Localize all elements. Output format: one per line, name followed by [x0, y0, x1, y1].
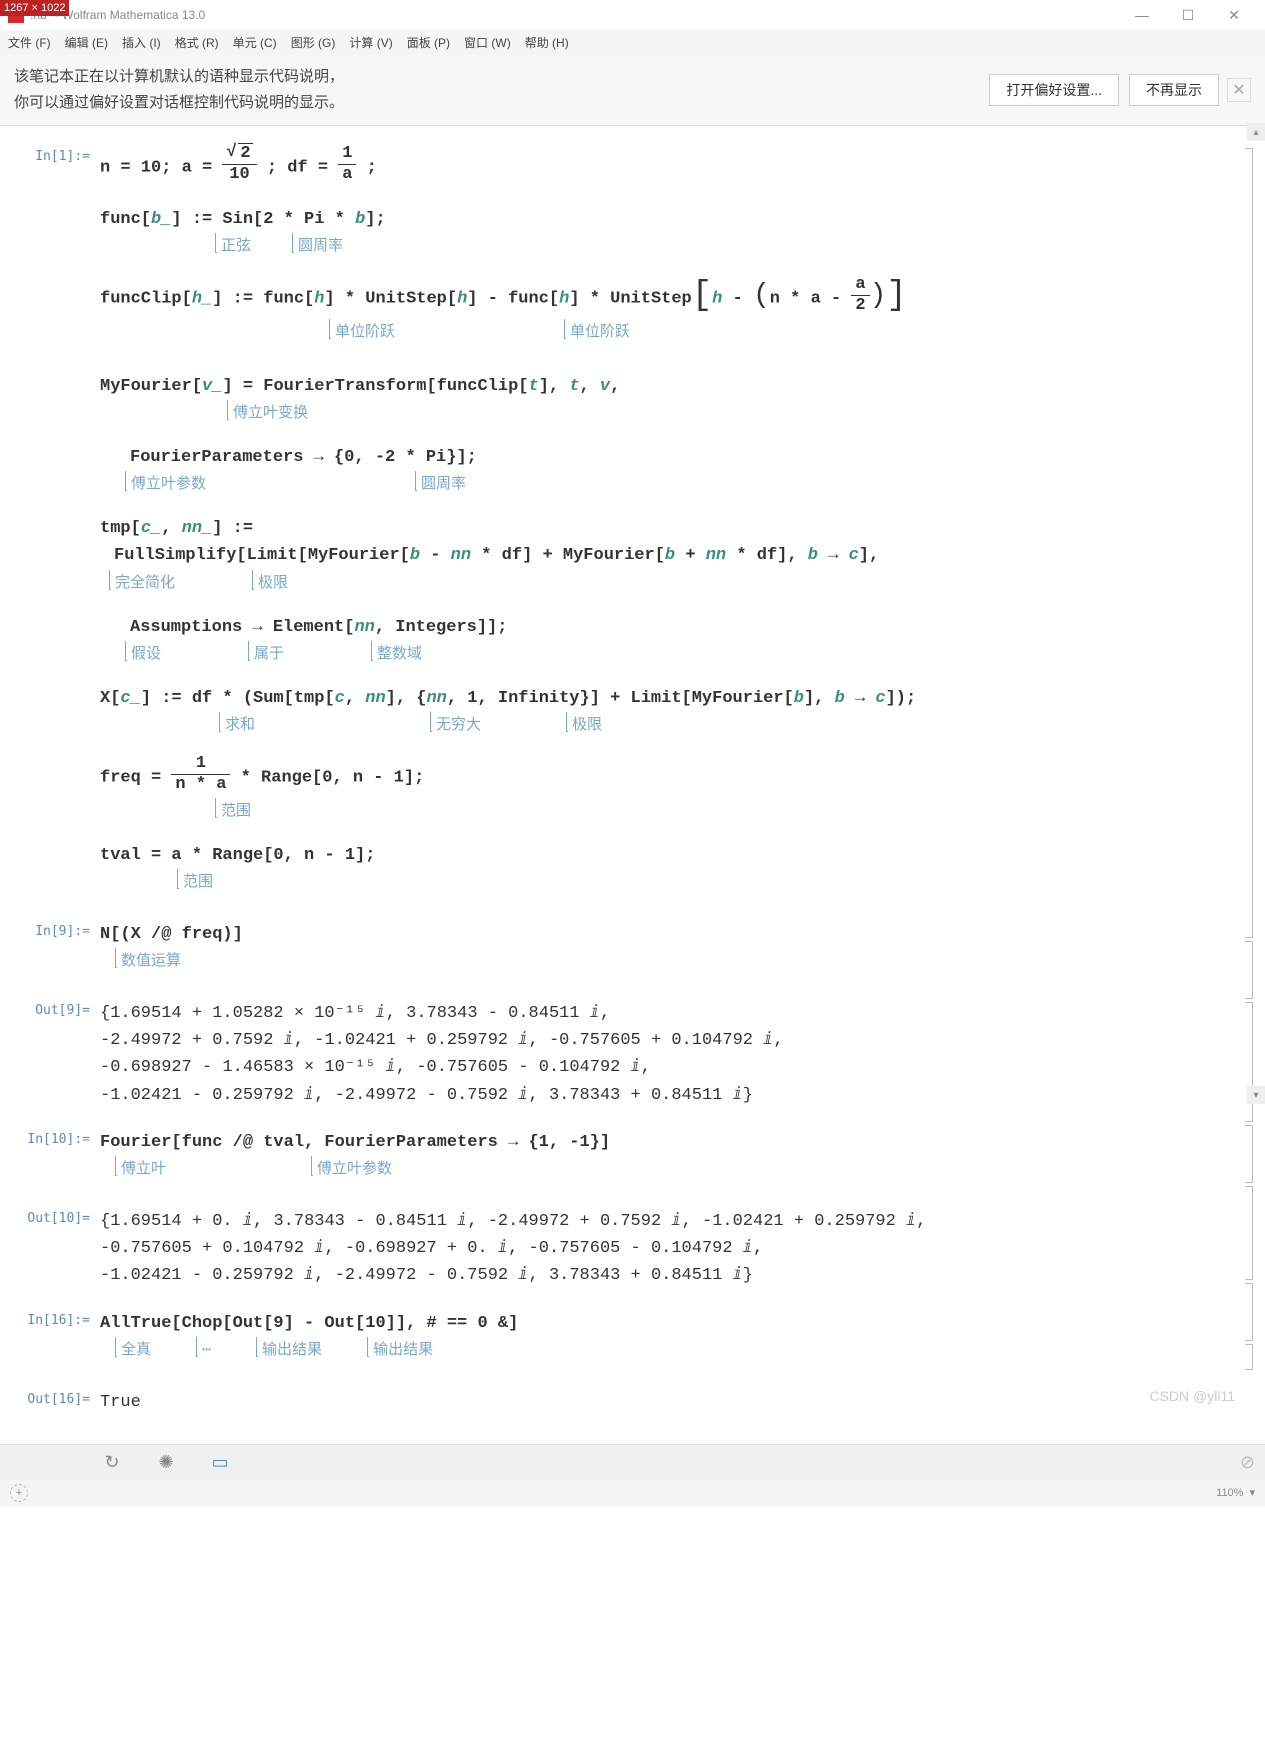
zoom-level[interactable]: 110%: [1216, 1487, 1243, 1499]
menu-graphics[interactable]: 图形 (G): [291, 34, 336, 51]
hint-sum: 求和: [222, 714, 255, 738]
hint-fullsimplify: 完全简化: [112, 572, 175, 596]
minimize-button[interactable]: —: [1119, 0, 1165, 30]
chat-icon[interactable]: ▭: [208, 1450, 232, 1474]
hint-fourier-transform: 傅立叶变换: [230, 402, 308, 426]
hint-limit: 极限: [255, 572, 288, 596]
menu-edit[interactable]: 编辑 (E): [65, 34, 108, 51]
refresh-icon[interactable]: ↻: [100, 1450, 124, 1474]
input-cell[interactable]: n = 10; a = 210 ; df = 1a ; func[b_] := …: [100, 146, 1225, 913]
menu-file[interactable]: 文件 (F): [8, 34, 51, 51]
hint-fourier-params: 傅立叶参数: [314, 1158, 392, 1182]
input-cell[interactable]: Fourier[func /@ tval, FourierParameters …: [100, 1129, 1225, 1200]
menu-evaluation[interactable]: 计算 (V): [349, 34, 392, 51]
input-cell[interactable]: N[(X /@ freq)] 数值运算: [100, 921, 1225, 992]
add-cell-button[interactable]: +: [10, 1484, 28, 1502]
in-label: In[10]:=: [20, 1129, 100, 1200]
hint-pi: 圆周率: [418, 473, 466, 497]
hint-fourier: 傅立叶: [118, 1158, 166, 1182]
hint-infinity: 无穷大: [433, 714, 481, 738]
hint-limit: 极限: [569, 714, 602, 738]
info-banner: 该笔记本正在以计算机默认的语种显示代码说明， 你可以通过偏好设置对话框控制代码说…: [0, 54, 1265, 126]
menu-insert[interactable]: 插入 (I): [122, 34, 161, 51]
menu-format[interactable]: 格式 (R): [175, 34, 219, 51]
hint-integers: 整数域: [374, 643, 422, 667]
app-name: - Wolfram Mathematica 13.0: [55, 8, 206, 22]
menu-palettes[interactable]: 面板 (P): [407, 34, 450, 51]
close-button[interactable]: ✕: [1211, 0, 1257, 30]
notebook-area[interactable]: ▴ In[1]:= n = 10; a = 210 ; df = 1a ; fu…: [0, 126, 1265, 1444]
banner-close-button[interactable]: ✕: [1227, 78, 1251, 102]
watermark: CSDN @yll11: [1149, 1388, 1235, 1404]
status-bar: ↻ ✺ ▭ ⊘: [0, 1444, 1265, 1480]
hint-assumptions: 假设: [128, 643, 161, 667]
hint-out: 输出结果: [370, 1339, 433, 1363]
title-bar: 1267 × 1022 .nb * - Wolfram Mathematica …: [0, 0, 1265, 30]
hint-fourier-params: 傅立叶参数: [128, 473, 206, 497]
dont-show-button[interactable]: 不再显示: [1129, 74, 1219, 106]
hint-out: 输出结果: [259, 1339, 322, 1363]
menu-bar: 文件 (F) 编辑 (E) 插入 (I) 格式 (R) 单元 (C) 图形 (G…: [0, 30, 1265, 54]
in-label: In[1]:=: [20, 146, 100, 913]
banner-text: 该笔记本正在以计算机默认的语种显示代码说明， 你可以通过偏好设置对话框控制代码说…: [14, 64, 979, 115]
input-cell[interactable]: AllTrue[Chop[Out[9] - Out[10]], # == 0 &…: [100, 1310, 1225, 1381]
out-label: Out[10]=: [20, 1208, 100, 1290]
status-close-icon[interactable]: ⊘: [1240, 1452, 1255, 1473]
hint-unitstep: 单位阶跃: [332, 321, 395, 345]
hint-element: 属于: [251, 643, 284, 667]
menu-help[interactable]: 帮助 (H): [525, 34, 569, 51]
out-label: Out[16]=: [20, 1389, 100, 1416]
hint-unitstep: 单位阶跃: [567, 321, 630, 345]
gear-icon[interactable]: ✺: [154, 1450, 178, 1474]
hint-dots: ⋯: [199, 1339, 211, 1363]
cell-brackets[interactable]: [1237, 148, 1253, 1373]
zoom-dropdown-icon[interactable]: ▾: [1249, 1486, 1255, 1499]
menu-window[interactable]: 窗口 (W): [464, 34, 511, 51]
hint-range: 范围: [180, 871, 213, 895]
output-cell[interactable]: {1.69514 + 1.05282 × 10⁻¹⁵ ⅈ, 3.78343 - …: [100, 1000, 1225, 1109]
hint-n: 数值运算: [118, 950, 181, 974]
scroll-up-icon[interactable]: ▴: [1247, 123, 1265, 141]
in-label: In[16]:=: [20, 1310, 100, 1381]
hint-alltrue: 全真: [118, 1339, 151, 1363]
open-preferences-button[interactable]: 打开偏好设置...: [989, 74, 1119, 106]
in-label: In[9]:=: [20, 921, 100, 992]
output-cell[interactable]: {1.69514 + 0. ⅈ, 3.78343 - 0.84511 ⅈ, -2…: [100, 1208, 1225, 1290]
hint-range: 范围: [218, 800, 251, 824]
scroll-down-icon[interactable]: ▾: [1247, 1086, 1265, 1104]
hint-pi: 圆周率: [295, 235, 343, 259]
out-label: Out[9]=: [20, 1000, 100, 1109]
hint-sin: 正弦: [218, 235, 251, 259]
maximize-button[interactable]: ☐: [1165, 0, 1211, 30]
dimension-badge: 1267 × 1022: [0, 0, 69, 16]
menu-cell[interactable]: 单元 (C): [233, 34, 277, 51]
output-cell[interactable]: True: [100, 1389, 1225, 1416]
bottom-bar: + 110% ▾: [0, 1480, 1265, 1506]
